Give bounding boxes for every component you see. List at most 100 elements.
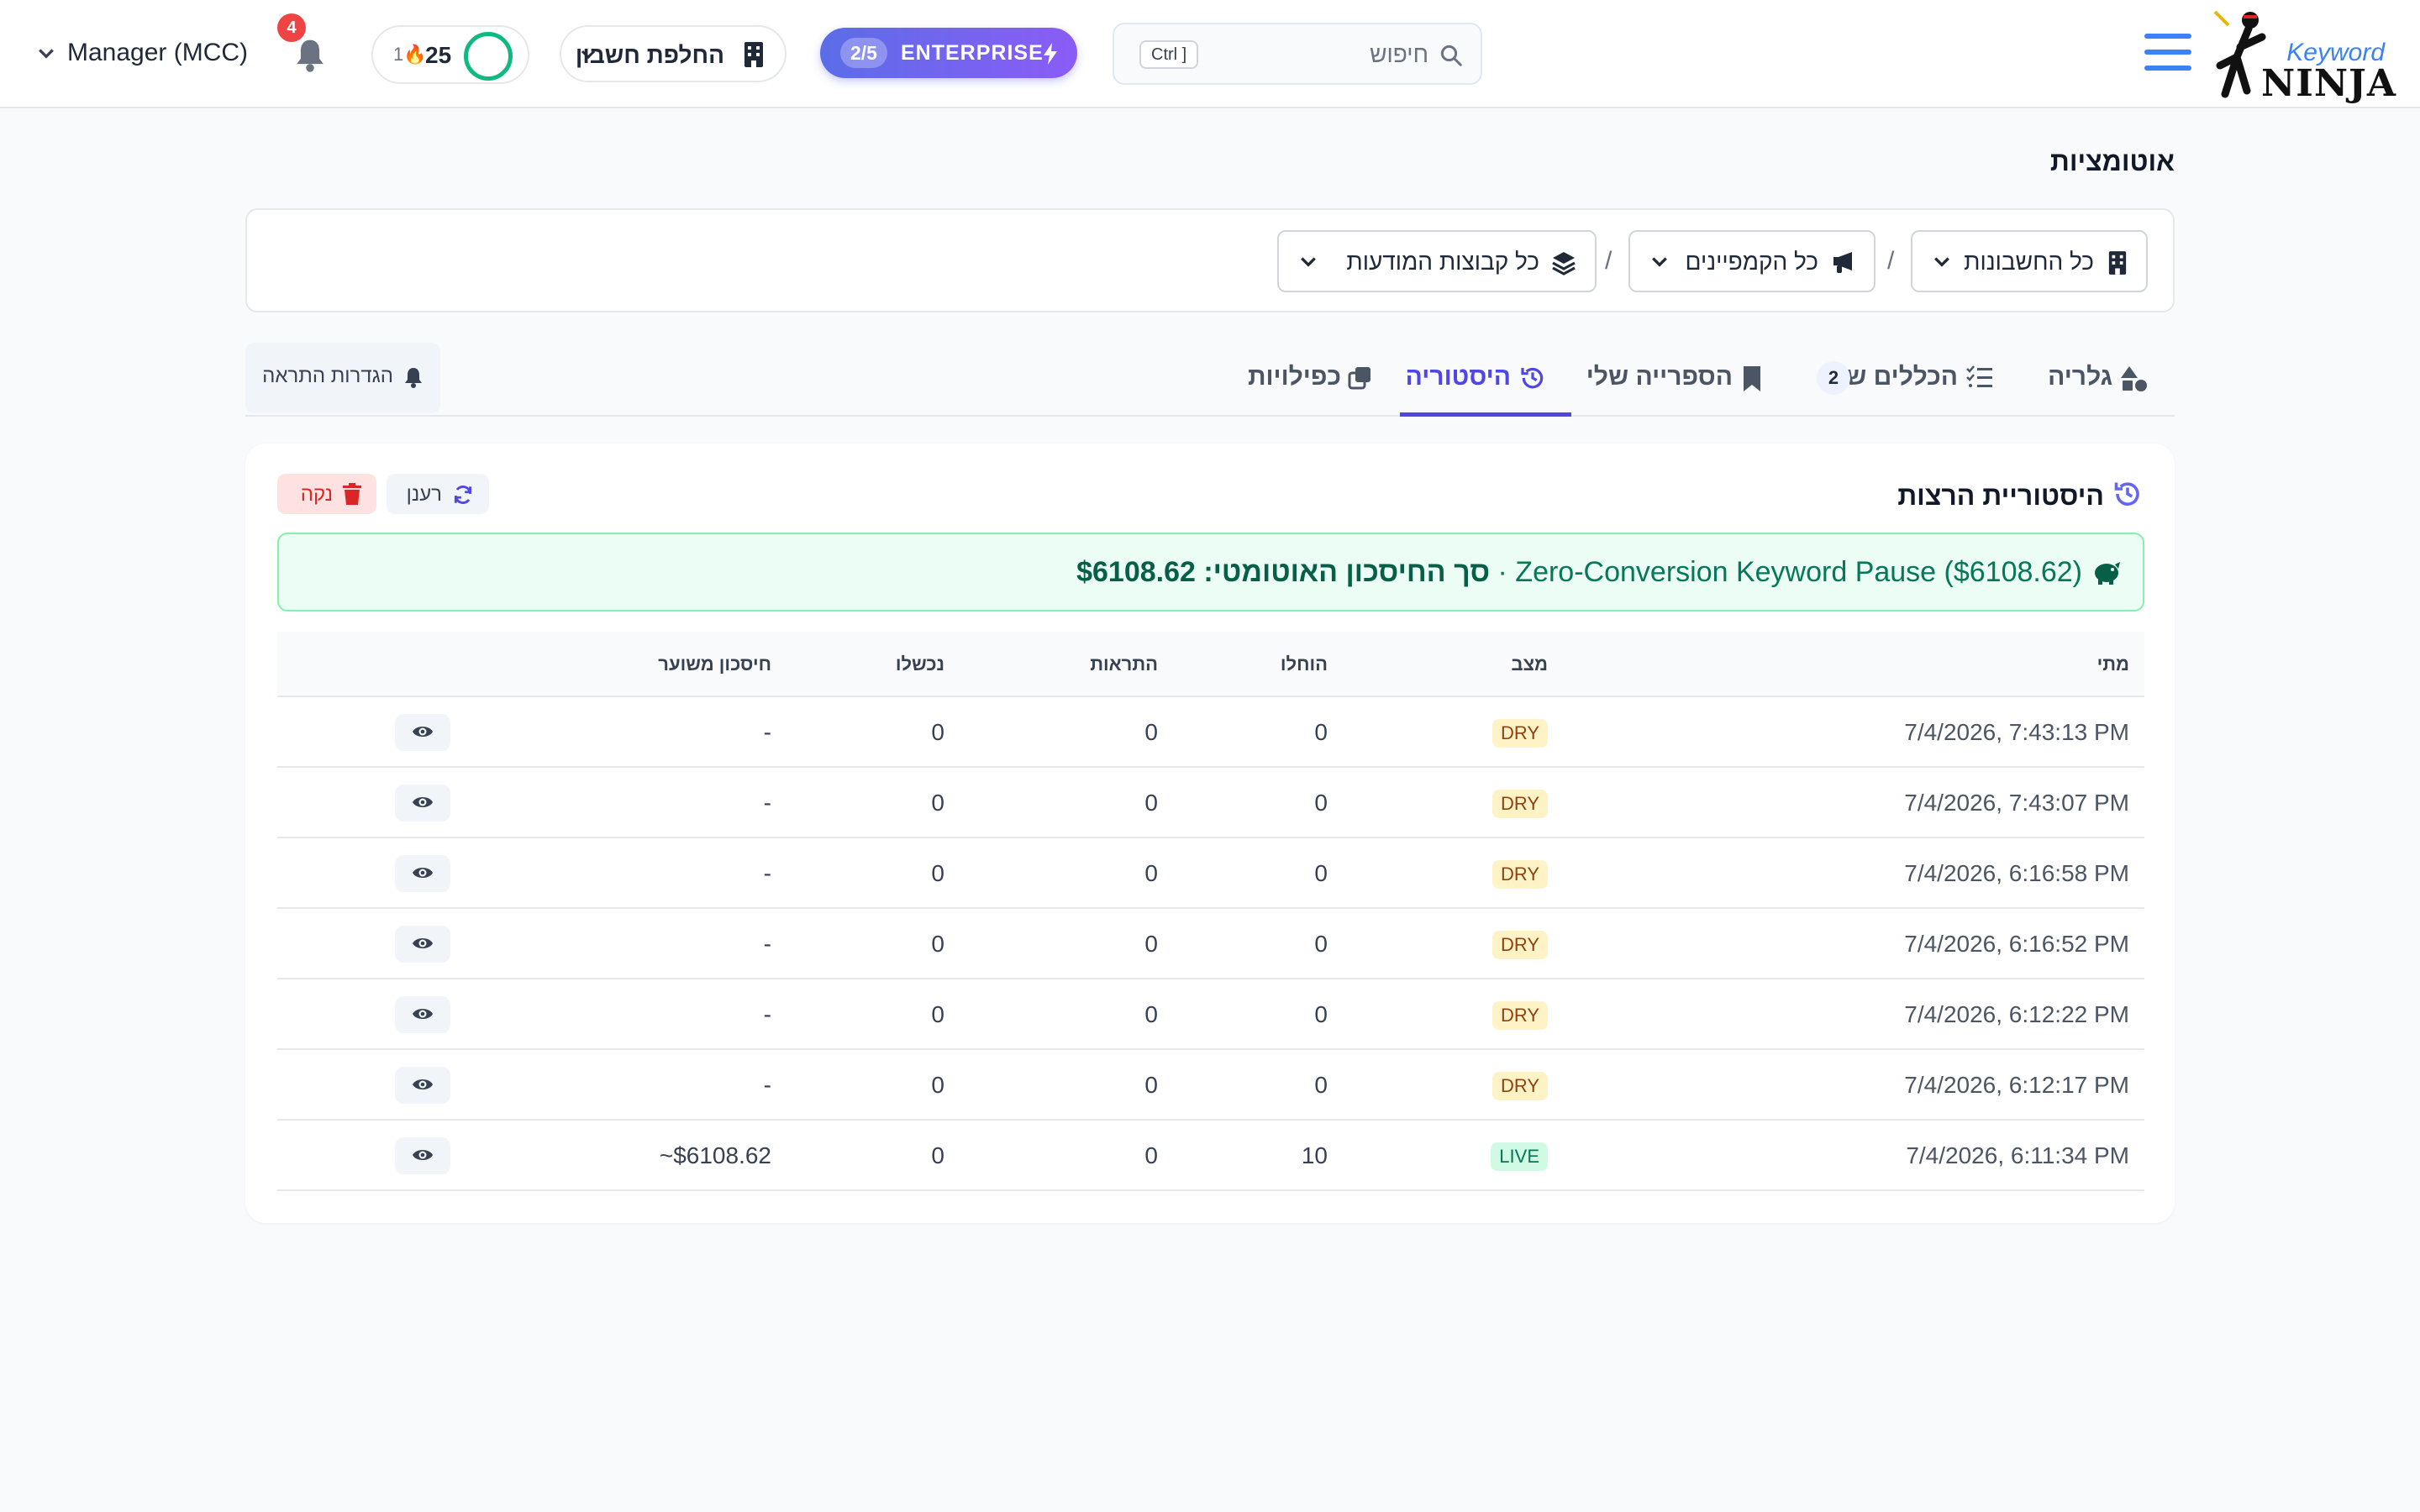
bell-icon <box>405 368 422 388</box>
menu-bar <box>2144 66 2191 71</box>
failed-count: 0 <box>931 931 944 957</box>
keyword-ninja-logo[interactable]: Keyword NINJA <box>2203 7 2396 105</box>
column-header-alerts: התראות <box>1090 654 1158 675</box>
search-icon <box>1440 45 1462 66</box>
rules-count-badge: 2 <box>1817 361 1850 395</box>
total-savings-text: סך החיסכון האוטומטי: $6108.62 · Zero-Con… <box>1076 556 2082 589</box>
view-run-button[interactable] <box>395 714 450 751</box>
alert-settings-button[interactable]: הגדרות התראה <box>245 343 440 413</box>
history-table-header: מתי מצב הוחלו התראות נכשלו חיסכון משוער <box>277 632 2144 697</box>
applied-count: 0 <box>1314 790 1328 816</box>
chevron-down-icon <box>581 50 596 60</box>
chevron-down-icon <box>39 49 54 59</box>
estimated-savings: - <box>763 719 771 745</box>
ad-groups-filter-dropdown[interactable]: כל קבוצות המודעות <box>1277 230 1597 292</box>
layers-icon <box>1552 252 1576 276</box>
estimated-savings: - <box>763 1001 771 1027</box>
estimated-savings: - <box>763 790 771 816</box>
accounts-filter-dropdown[interactable]: כל החשבונות <box>1911 230 2148 292</box>
plan-label: ENTERPRISE <box>901 41 1044 65</box>
run-time: 7/4/2026, 7:43:13 PM <box>1904 719 2129 745</box>
list-check-icon <box>1966 365 1992 387</box>
view-run-button[interactable] <box>395 926 450 963</box>
switch-account-label: החלפת חשבון <box>575 42 724 68</box>
search-placeholder: חיפוש <box>1370 41 1428 67</box>
estimated-savings: - <box>763 860 771 886</box>
run-history-title: היסטוריית הרצות <box>1897 480 2104 511</box>
column-header-applied: הוחלו <box>1280 654 1328 675</box>
failed-count: 0 <box>931 1142 944 1168</box>
applied-count: 10 <box>1301 1142 1328 1168</box>
tab-gallery[interactable]: גלריה <box>2039 343 2165 417</box>
status-badge: DRY <box>1491 1001 1548 1030</box>
tab-label: הספרייה שלי <box>1586 363 1733 391</box>
alerts-count: 0 <box>1144 1142 1158 1168</box>
ninja-figure-icon <box>2213 10 2266 98</box>
logo-text-ninja: NINJA <box>2261 62 2396 105</box>
status-badge: DRY <box>1491 860 1548 889</box>
view-run-button[interactable] <box>395 785 450 822</box>
credits-indicator[interactable]: 25 1🔥 <box>371 25 529 84</box>
clear-label: נקה <box>300 483 333 506</box>
table-row: 7/4/2026, 6:12:22 PM DRY 0 0 0 - <box>277 979 2144 1050</box>
bell-icon[interactable] <box>294 37 326 72</box>
credits-value: 25 <box>425 42 452 68</box>
applied-count: 0 <box>1314 860 1328 886</box>
status-badge: LIVE <box>1491 1142 1548 1171</box>
campaigns-filter-dropdown[interactable]: כל הקמפיינים <box>1628 230 1876 292</box>
failed-count: 0 <box>931 1001 944 1027</box>
clear-history-button[interactable]: נקה <box>277 474 376 514</box>
tab-label: גלריה <box>2048 363 2112 391</box>
tab-duplicates[interactable]: כפילויות <box>1242 343 1380 417</box>
streak-value: 1 <box>393 44 404 65</box>
notification-count-badge: 4 <box>277 13 306 42</box>
column-header-when: מתי <box>2096 654 2129 675</box>
failed-count: 0 <box>931 860 944 886</box>
tab-my-rules[interactable]: הכללים שלי 2 <box>1808 343 2010 417</box>
filter-separator: / <box>1887 247 1895 275</box>
alerts-count: 0 <box>1144 719 1158 745</box>
tab-history[interactable]: היסטוריה <box>1400 343 1571 417</box>
account-menu-button[interactable]: Manager (MCC) <box>34 37 260 71</box>
status-badge: DRY <box>1491 719 1548 748</box>
plan-badge-button[interactable]: 2/5 ENTERPRISE <box>820 28 1077 78</box>
status-badge: DRY <box>1491 1072 1548 1100</box>
account-label: Manager (MCC) <box>67 39 249 66</box>
search-input[interactable]: חיפוש Ctrl ] <box>1113 23 1482 85</box>
eye-icon <box>413 727 433 737</box>
view-run-button[interactable] <box>395 1137 450 1174</box>
alerts-count: 0 <box>1144 790 1158 816</box>
view-run-button[interactable] <box>395 996 450 1033</box>
campaigns-filter-label: כל הקמפיינים <box>1685 249 1818 275</box>
switch-account-button[interactable]: החלפת חשבון <box>560 25 786 82</box>
piggy-bank-icon <box>2095 562 2120 585</box>
status-badge: DRY <box>1491 790 1548 818</box>
total-savings-amount: סך החיסכון האוטומטי: $6108.62 <box>1076 556 1491 588</box>
alert-settings-label: הגדרות התראה <box>262 365 393 387</box>
menu-toggle-button[interactable] <box>2144 34 2191 74</box>
run-time: 7/4/2026, 6:12:17 PM <box>1904 1072 2129 1098</box>
search-shortcut-hint: Ctrl ] <box>1139 40 1199 69</box>
savings-breakdown: · Zero-Conversion Keyword Pause ($6108.6… <box>1490 556 2082 588</box>
menu-bar <box>2144 50 2191 55</box>
tab-my-library[interactable]: הספרייה שלי <box>1586 343 1778 417</box>
applied-count: 0 <box>1314 931 1328 957</box>
chevron-down-icon <box>1301 257 1316 267</box>
menu-bar <box>2144 34 2191 39</box>
credits-progress-ring <box>464 32 513 81</box>
run-time: 7/4/2026, 6:12:22 PM <box>1904 1001 2129 1027</box>
run-time: 7/4/2026, 7:43:07 PM <box>1904 790 2129 816</box>
refresh-icon <box>454 486 472 504</box>
view-run-button[interactable] <box>395 1067 450 1104</box>
tab-label: כפילויות <box>1247 363 1341 391</box>
refresh-button[interactable]: רענן <box>387 474 489 514</box>
shapes-icon <box>2121 366 2147 391</box>
status-badge: DRY <box>1491 931 1548 959</box>
view-run-button[interactable] <box>395 855 450 892</box>
table-row: 7/4/2026, 7:43:07 PM DRY 0 0 0 - <box>277 768 2144 838</box>
column-header-status: מצב <box>1511 654 1548 675</box>
tab-label: היסטוריה <box>1405 363 1511 391</box>
column-header-failed: נכשלו <box>895 654 944 675</box>
applied-count: 0 <box>1314 1001 1328 1027</box>
run-time: 7/4/2026, 6:16:58 PM <box>1904 860 2129 886</box>
